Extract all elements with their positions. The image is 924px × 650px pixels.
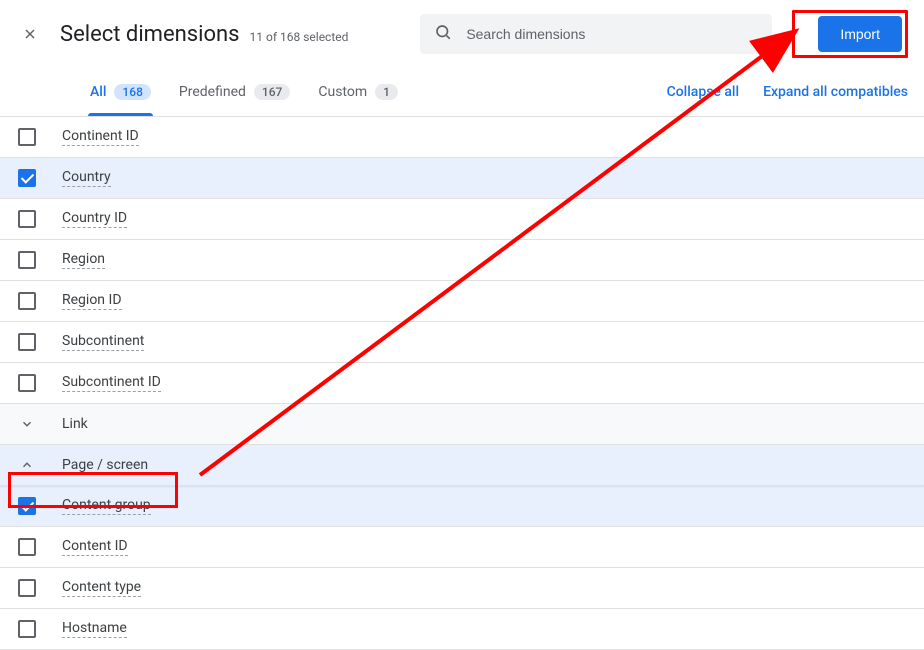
checkbox[interactable] — [18, 292, 36, 310]
import-button[interactable]: Import — [818, 16, 902, 52]
checkbox[interactable] — [18, 210, 36, 228]
tab-badge: 167 — [254, 84, 290, 100]
search-input[interactable] — [466, 26, 758, 42]
dimension-label: Subcontinent ID — [62, 374, 161, 392]
checkbox[interactable] — [18, 497, 36, 515]
checkbox[interactable] — [18, 128, 36, 146]
checkbox[interactable] — [18, 579, 36, 597]
tab-badge: 1 — [375, 84, 398, 100]
dimension-row[interactable]: Country — [0, 158, 924, 199]
checkbox[interactable] — [18, 251, 36, 269]
dimension-row[interactable]: Subcontinent ID — [0, 363, 924, 404]
dimension-row[interactable]: Subcontinent — [0, 322, 924, 363]
dimension-label: Region — [62, 251, 105, 269]
chevron-up-icon[interactable] — [18, 456, 36, 474]
tab-predefined[interactable]: Predefined 167 — [165, 68, 304, 116]
collapse-all-link[interactable]: Collapse all — [667, 84, 740, 100]
tab-custom[interactable]: Custom 1 — [304, 68, 412, 116]
close-icon[interactable] — [20, 24, 40, 44]
checkbox[interactable] — [18, 169, 36, 187]
dimension-label: Country — [62, 169, 111, 187]
group-header[interactable]: Page / screen — [0, 445, 924, 486]
tab-label: Custom — [318, 84, 367, 100]
page-title: Select dimensions — [60, 22, 240, 47]
dimension-row[interactable]: Continent ID — [0, 117, 924, 158]
dimension-label: Subcontinent — [62, 333, 144, 351]
group-header[interactable]: Link — [0, 404, 924, 445]
dimension-row[interactable]: Region ID — [0, 281, 924, 322]
tab-label: Predefined — [179, 84, 246, 100]
annotation-highlight-import: Import — [792, 10, 908, 58]
checkbox[interactable] — [18, 538, 36, 556]
checkbox[interactable] — [18, 333, 36, 351]
dimension-row[interactable]: Content group — [0, 486, 924, 527]
checkbox[interactable] — [18, 620, 36, 638]
dimension-row[interactable]: Region — [0, 240, 924, 281]
dimension-label: Continent ID — [62, 128, 139, 146]
selection-count: 11 of 168 selected — [250, 30, 349, 44]
dimension-row[interactable]: Content type — [0, 568, 924, 609]
dimension-row[interactable]: Content ID — [0, 527, 924, 568]
tab-all[interactable]: All 168 — [76, 68, 165, 116]
expand-all-link[interactable]: Expand all compatibles — [763, 84, 908, 100]
group-label: Page / screen — [62, 457, 148, 474]
search-icon — [434, 23, 452, 45]
tab-badge: 168 — [114, 84, 150, 100]
checkbox[interactable] — [18, 374, 36, 392]
dimension-row[interactable]: Country ID — [0, 199, 924, 240]
dimension-label: Country ID — [62, 210, 127, 228]
dimension-label: Content group — [62, 497, 151, 515]
dimension-label: Region ID — [62, 292, 122, 310]
group-label: Link — [62, 416, 88, 433]
dimension-row[interactable]: Hostname — [0, 609, 924, 650]
tab-label: All — [90, 84, 106, 100]
dimension-label: Hostname — [62, 620, 127, 638]
dimension-label: Content ID — [62, 538, 128, 556]
dimension-label: Content type — [62, 579, 141, 597]
chevron-down-icon[interactable] — [18, 415, 36, 433]
search-box[interactable] — [420, 14, 772, 54]
